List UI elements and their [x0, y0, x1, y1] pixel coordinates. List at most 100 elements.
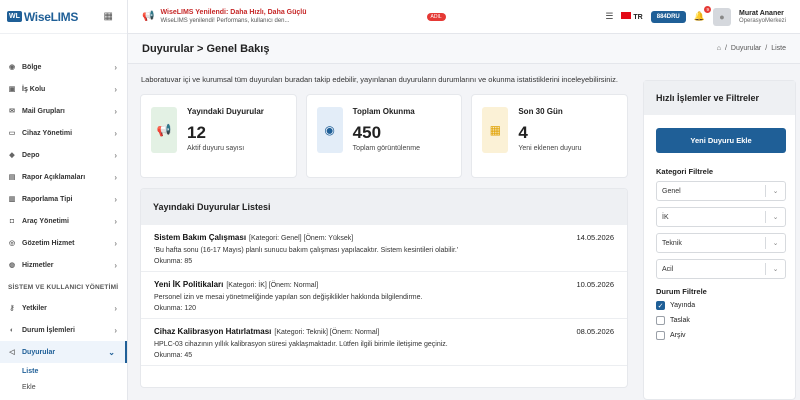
- sidebar-item-bolge[interactable]: ◉ Bölge ›: [0, 56, 127, 78]
- item-title: Cihaz Kalibrasyon Hatırlatması: [154, 327, 272, 337]
- item-text: HPLC-03 cihazının yıllık kalibrasyon sür…: [154, 341, 448, 349]
- item-meta: [Kategori: İK] [Önem: Normal]: [226, 282, 319, 290]
- sidebar-subitem-ekle[interactable]: Ekle: [0, 379, 127, 395]
- sidebar-item-label: İş Kolu: [22, 85, 46, 93]
- stat-label: Yayındaki Duyurular: [187, 107, 264, 117]
- stats-row: 📢 Yayındaki Duyurular 12 Aktif duyuru sa…: [140, 94, 629, 179]
- chevron-right-icon: ›: [114, 238, 117, 248]
- checkbox-checked-icon[interactable]: ✓: [656, 301, 665, 310]
- status-checkbox-yayinda[interactable]: ✓ Yayında: [656, 301, 783, 310]
- location-icon: ◉: [8, 64, 16, 71]
- page-title-bar: Duyurular > Genel Bakış ⌂ / Duyurular / …: [128, 34, 800, 64]
- briefcase-icon: ▣: [8, 86, 16, 93]
- stat-label: Toplam Okunma: [352, 107, 415, 117]
- sidebar-item-raporlama-tipi[interactable]: ▥ Raporlama Tipi ›: [0, 188, 127, 210]
- main-content: Laboratuvar içi ve kurumsal tüm duyurula…: [128, 64, 640, 400]
- mail-icon: ✉: [9, 108, 15, 115]
- checkbox-label: Taslak: [670, 317, 690, 324]
- panel-title: Hızlı İşlemler ve Filtreler: [644, 81, 795, 115]
- sidebar-item-cihaz-yonetimi[interactable]: ▭ Cihaz Yönetimi ›: [0, 122, 127, 144]
- select-value: Genel: [662, 187, 681, 195]
- sidebar-item-rapor-aciklamalari[interactable]: ▤ Rapor Açıklamaları ›: [0, 166, 127, 188]
- item-count: Okunma: 120: [154, 305, 197, 313]
- logo-text: WiseLIMS: [23, 9, 79, 24]
- sidebar-section-title: SİSTEM VE KULLANICI YÖNETİMİ: [8, 284, 119, 291]
- chevron-right-icon: ›: [114, 172, 117, 182]
- list-item[interactable]: Sistem Bakım Çalışması [Kategori: Genel] …: [141, 225, 627, 273]
- sidebar-item-mail-gruplari[interactable]: ✉ Mail Grupları ›: [0, 100, 127, 122]
- megaphone-icon: 📢: [151, 107, 177, 154]
- category-select-teknik[interactable]: Teknik ⌄: [656, 233, 786, 253]
- sidebar-subitem-liste[interactable]: Liste: [0, 363, 127, 379]
- list-item[interactable]: Cihaz Kalibrasyon Hatırlatması [Kategori:…: [141, 319, 627, 367]
- topbar: 📢 WiseLIMS Yenilendi: Daha Hızlı, Daha G…: [128, 0, 800, 34]
- status-filter-label: Durum Filtrele: [656, 287, 707, 296]
- stat-label: Son 30 Gün: [518, 107, 563, 117]
- item-count: Okunma: 85: [154, 258, 193, 266]
- select-value: Acil: [662, 265, 674, 273]
- menu-icon[interactable]: ☰: [605, 11, 613, 22]
- apps-grid-icon[interactable]: ▦: [104, 11, 113, 22]
- sidebar-item-label: Hizmetler: [22, 261, 54, 269]
- logo[interactable]: WL WiseLIMS ▦: [0, 0, 127, 34]
- checkbox-icon[interactable]: [656, 316, 665, 325]
- sidebar-item-label: Yetkiler: [22, 304, 47, 312]
- sidebar-item-arac-yonetimi[interactable]: ◘ Araç Yönetimi ›: [0, 210, 127, 232]
- breadcrumb-item[interactable]: Duyurular: [731, 45, 761, 52]
- car-icon: ◘: [9, 217, 15, 225]
- user-info[interactable]: Murat Ananer OperasyoMerkezi: [739, 10, 786, 24]
- breadcrumb-item-current: Liste: [771, 45, 786, 52]
- megaphone-icon: 📢: [142, 11, 155, 22]
- sidebar-item-duyurular[interactable]: ◁ Duyurular ⌄: [0, 341, 127, 363]
- sidebar-item-label: Araç Yönetimi: [22, 217, 69, 225]
- announcement-badge: ADIL: [426, 12, 446, 21]
- sidebar-item-gozetim-hizmet[interactable]: ◎ Gözetim Hizmet ›: [0, 232, 127, 254]
- chevron-down-icon: ⌄: [765, 263, 785, 275]
- stat-value: 12: [187, 123, 206, 143]
- item-title: Sistem Bakım Çalışması: [154, 233, 247, 243]
- chevron-down-icon: ⌄: [108, 347, 115, 357]
- category-select-acil[interactable]: Acil ⌄: [656, 259, 786, 279]
- sidebar-item-is-kolu[interactable]: ▣ İş Kolu ›: [0, 78, 127, 100]
- category-select-ik[interactable]: İK ⌄: [656, 207, 786, 227]
- announcement-banner[interactable]: 📢 WiseLIMS Yenilendi: Daha Hızlı, Daha G…: [142, 9, 307, 24]
- counter-button[interactable]: 884DRU: [650, 10, 686, 23]
- category-select-genel[interactable]: Genel ⌄: [656, 181, 786, 201]
- language-selector[interactable]: TR: [621, 12, 643, 21]
- bell-icon[interactable]: 🔔 9: [694, 6, 711, 22]
- status-checkbox-arsiv[interactable]: Arşiv: [656, 331, 783, 340]
- sidebar-item-label: Durum İşlemleri: [22, 326, 75, 334]
- home-icon[interactable]: ⌂: [717, 45, 721, 52]
- sidebar-item-hizmetler[interactable]: ◍ Hizmetler ›: [0, 254, 127, 276]
- sidebar-item-durum-islemleri[interactable]: ◐ Durum İşlemleri ›: [0, 319, 127, 341]
- select-value: İK: [662, 213, 669, 221]
- device-icon: ▭: [8, 130, 16, 137]
- sidebar-item-yetkiler[interactable]: ⚷ Yetkiler ›: [0, 297, 127, 319]
- notification-count: 9: [704, 6, 711, 13]
- stat-value: 450: [352, 123, 382, 143]
- megaphone-icon: ◁: [9, 349, 15, 356]
- new-announcement-button[interactable]: Yeni Duyuru Ekle: [656, 128, 786, 153]
- item-text: Personel izin ve mesai yönetmeliğinde ya…: [154, 294, 423, 302]
- chevron-right-icon: ›: [114, 84, 117, 94]
- announcement-list: Yayındaki Duyurular Listesi Sistem Bakım…: [140, 188, 628, 389]
- chevron-right-icon: ›: [114, 128, 117, 138]
- chevron-right-icon: ›: [114, 216, 117, 226]
- avatar[interactable]: ●: [712, 7, 731, 26]
- chevron-down-icon: ⌄: [765, 185, 785, 197]
- stat-value: 4: [518, 123, 528, 143]
- list-title: Yayındaki Duyurular Listesi: [141, 189, 627, 226]
- checkbox-icon[interactable]: [656, 331, 665, 340]
- user-name: Murat Ananer: [738, 9, 784, 17]
- list-item[interactable]: Yeni İK Politikaları [Kategori: İK] [Önem…: [141, 272, 627, 320]
- quick-actions-panel: Hızlı İşlemler ve Filtreler Yeni Duyuru …: [643, 80, 796, 400]
- status-checkbox-taslak[interactable]: Taslak: [656, 316, 783, 325]
- sidebar: WL WiseLIMS ▦ ◉ Bölge › ▣ İş Kolu › ✉ Mail Gr…: [0, 0, 128, 400]
- sidebar-item-depo[interactable]: ◆ Depo ›: [0, 144, 127, 166]
- item-date: 10.05.2026: [576, 280, 614, 290]
- select-value: Teknik: [662, 239, 682, 247]
- announcement-title: WiseLIMS Yenilendi: Daha Hızlı, Daha Güç…: [160, 9, 307, 16]
- stat-sub: Yeni eklenen duyuru: [518, 145, 582, 153]
- language-label: TR: [633, 14, 643, 21]
- intro-text: Laboratuvar içi ve kurumsal tüm duyurula…: [141, 75, 618, 84]
